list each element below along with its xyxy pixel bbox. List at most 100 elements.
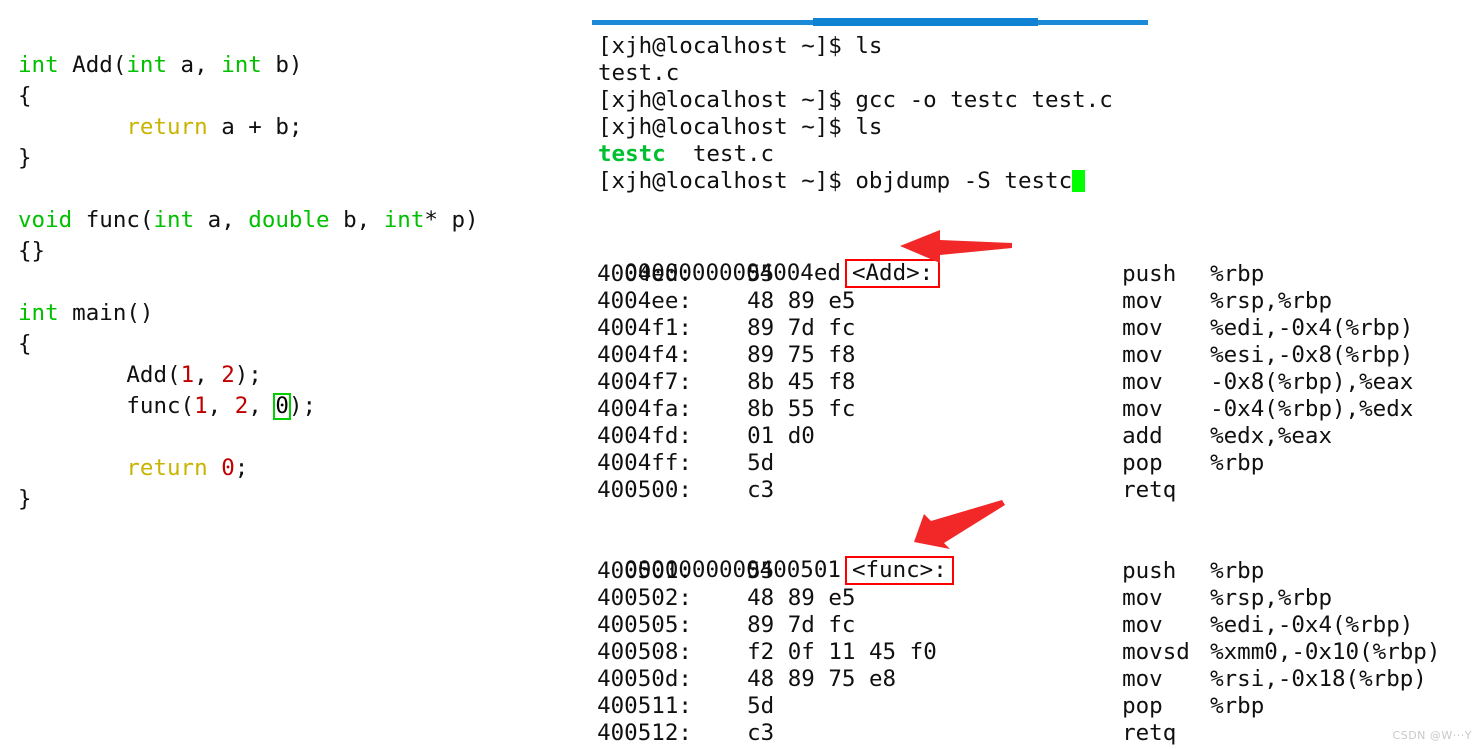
code-token: 1 xyxy=(194,393,208,419)
disasm-address: 4004ff: xyxy=(597,450,692,476)
shell-command: objdump -S testc xyxy=(855,168,1073,194)
shell-command-line: [xjh@localhost ~]$ ls xyxy=(598,33,1113,60)
disasm-address: 400501: xyxy=(597,558,692,584)
code-token: return xyxy=(126,455,208,481)
code-token: } xyxy=(18,145,32,171)
disasm-address: 4004f4: xyxy=(597,342,692,368)
disasm-row: 400512: c3 retq xyxy=(570,720,1440,747)
code-token: } xyxy=(18,486,32,512)
disasm-bytes: 8b 45 f8 xyxy=(747,369,856,395)
source-code-pane: int Add(int a, int b){ return a + b;} vo… xyxy=(0,0,548,749)
disasm-row: 400501: 55 push %rbp xyxy=(570,558,1440,585)
code-token: , xyxy=(194,362,222,388)
disasm-operands: %rsp,%rbp xyxy=(1210,585,1333,611)
disasm-operands: %rbp xyxy=(1210,558,1265,584)
code-token: int xyxy=(221,52,262,78)
code-token: int xyxy=(383,207,425,233)
disasm-operands: %rsi,-0x18(%rbp) xyxy=(1210,666,1427,692)
disasm-bytes: 89 7d fc xyxy=(747,315,856,341)
code-token: func( xyxy=(72,207,154,233)
terminal-title-bar-active-segment xyxy=(813,18,1038,26)
disasm-mnemonic: retq xyxy=(1122,720,1177,746)
disasm-row: 4004ee: 48 89 e5 mov %rsp,%rbp xyxy=(570,288,1413,315)
code-token: 2 xyxy=(221,362,235,388)
disasm-bytes: c3 xyxy=(747,720,775,746)
disasm-mnemonic: mov xyxy=(1122,315,1163,341)
disasm-mnemonic: push xyxy=(1122,261,1177,287)
disasm-bytes: 89 75 f8 xyxy=(747,342,856,368)
disasm-operands: -0x8(%rbp),%eax xyxy=(1210,369,1414,395)
code-line: int Add(int a, int b) xyxy=(18,50,479,81)
code-token: int xyxy=(18,52,59,78)
disasm-mnemonic: mov xyxy=(1122,666,1163,692)
disasm-address: 4004ed: xyxy=(597,261,692,287)
code-line: return 0; xyxy=(18,453,479,484)
code-token: b, xyxy=(329,207,384,233)
code-token: 2 xyxy=(234,393,249,419)
shell-prompt: [xjh@localhost ~]$ xyxy=(598,33,856,59)
disasm-bytes: 48 89 75 e8 xyxy=(747,666,897,692)
code-token: ; xyxy=(234,455,249,481)
disasm-bytes: 5d xyxy=(747,450,775,476)
disasm-operands: %rsp,%rbp xyxy=(1210,288,1333,314)
disasm-address: 4004ee: xyxy=(597,288,692,314)
shell-prompt: [xjh@localhost ~]$ xyxy=(598,168,856,194)
disasm-bytes: 48 89 e5 xyxy=(747,288,856,314)
disasm-mnemonic: add xyxy=(1122,423,1163,449)
disasm-mnemonic: push xyxy=(1122,558,1177,584)
disasm-mnemonic: mov xyxy=(1122,288,1163,314)
code-token: ); xyxy=(288,393,317,419)
code-line: { xyxy=(18,329,479,360)
disasm-row: 4004f1: 89 7d fc mov %edi,-0x4(%rbp) xyxy=(570,315,1413,342)
disasm-address: 4004f7: xyxy=(597,369,692,395)
disasm-operands: %edi,-0x4(%rbp) xyxy=(1210,612,1414,638)
shell-output-line: test.c xyxy=(598,60,1113,87)
code-token: void xyxy=(18,207,73,233)
shell-transcript[interactable]: [xjh@localhost ~]$ ls test.c [xjh@localhos… xyxy=(598,33,1113,195)
code-token: double xyxy=(248,207,330,233)
code-line: { xyxy=(18,81,479,112)
disasm-row: 4004f7: 8b 45 f8 mov -0x8(%rbp),%eax xyxy=(570,369,1413,396)
terminal-cursor xyxy=(1072,170,1086,192)
disasm-operands: %rbp xyxy=(1210,693,1265,719)
disasm-bytes: 01 d0 xyxy=(747,423,815,449)
disasm-mnemonic: pop xyxy=(1122,693,1163,719)
code-token: a, xyxy=(194,207,249,233)
disasm-mnemonic: movsd xyxy=(1122,639,1190,665)
arrow-to-func-symbol xyxy=(914,500,1005,549)
disasm-mnemonic: mov xyxy=(1122,396,1163,422)
disasm-address: 4004fa: xyxy=(597,396,692,422)
disasm-address: 400508: xyxy=(597,639,692,665)
shell-output-line: testc test.c xyxy=(598,141,1113,168)
csdn-watermark: CSDN @W···Y xyxy=(1392,729,1472,742)
code-token: { xyxy=(18,83,32,109)
disasm-bytes: 8b 55 fc xyxy=(747,396,856,422)
disasm-operands: %rbp xyxy=(1210,261,1265,287)
disasm-row: 400508: f2 0f 11 45 f0 movsd %xmm0,-0x10(%r… xyxy=(570,639,1440,666)
disasm-bytes: 55 xyxy=(747,261,775,287)
disasm-row: 40050d: 48 89 75 e8 mov %rsi,-0x18(%rbp) xyxy=(570,666,1440,693)
disasm-row: 4004fa: 8b 55 fc mov -0x4(%rbp),%edx xyxy=(570,396,1413,423)
disasm-mnemonic: retq xyxy=(1122,477,1177,503)
disasm-operands: %rbp xyxy=(1210,450,1265,476)
disasm-address: 400511: xyxy=(597,693,692,719)
code-token: func( xyxy=(18,393,195,419)
code-token: b) xyxy=(261,52,303,78)
code-token: 1 xyxy=(180,362,195,388)
disasm-mnemonic: mov xyxy=(1122,612,1163,638)
disasm-address: 400502: xyxy=(597,585,692,611)
code-token: a, xyxy=(167,52,222,78)
code-line: void func(int a, double b, int* p) xyxy=(18,205,479,236)
shell-output-text: test.c xyxy=(665,141,775,167)
code-line: func(1, 2, 0); xyxy=(18,391,479,422)
disasm-operands: %esi,-0x8(%rbp) xyxy=(1210,342,1414,368)
disasm-mnemonic: mov xyxy=(1122,585,1163,611)
source-code-listing[interactable]: int Add(int a, int b){ return a + b;} vo… xyxy=(18,50,479,515)
code-token: return xyxy=(126,114,208,140)
disasm-bytes: 5d xyxy=(747,693,775,719)
terminal-pane: [xjh@localhost ~]$ ls test.c [xjh@localhos… xyxy=(548,0,1480,749)
